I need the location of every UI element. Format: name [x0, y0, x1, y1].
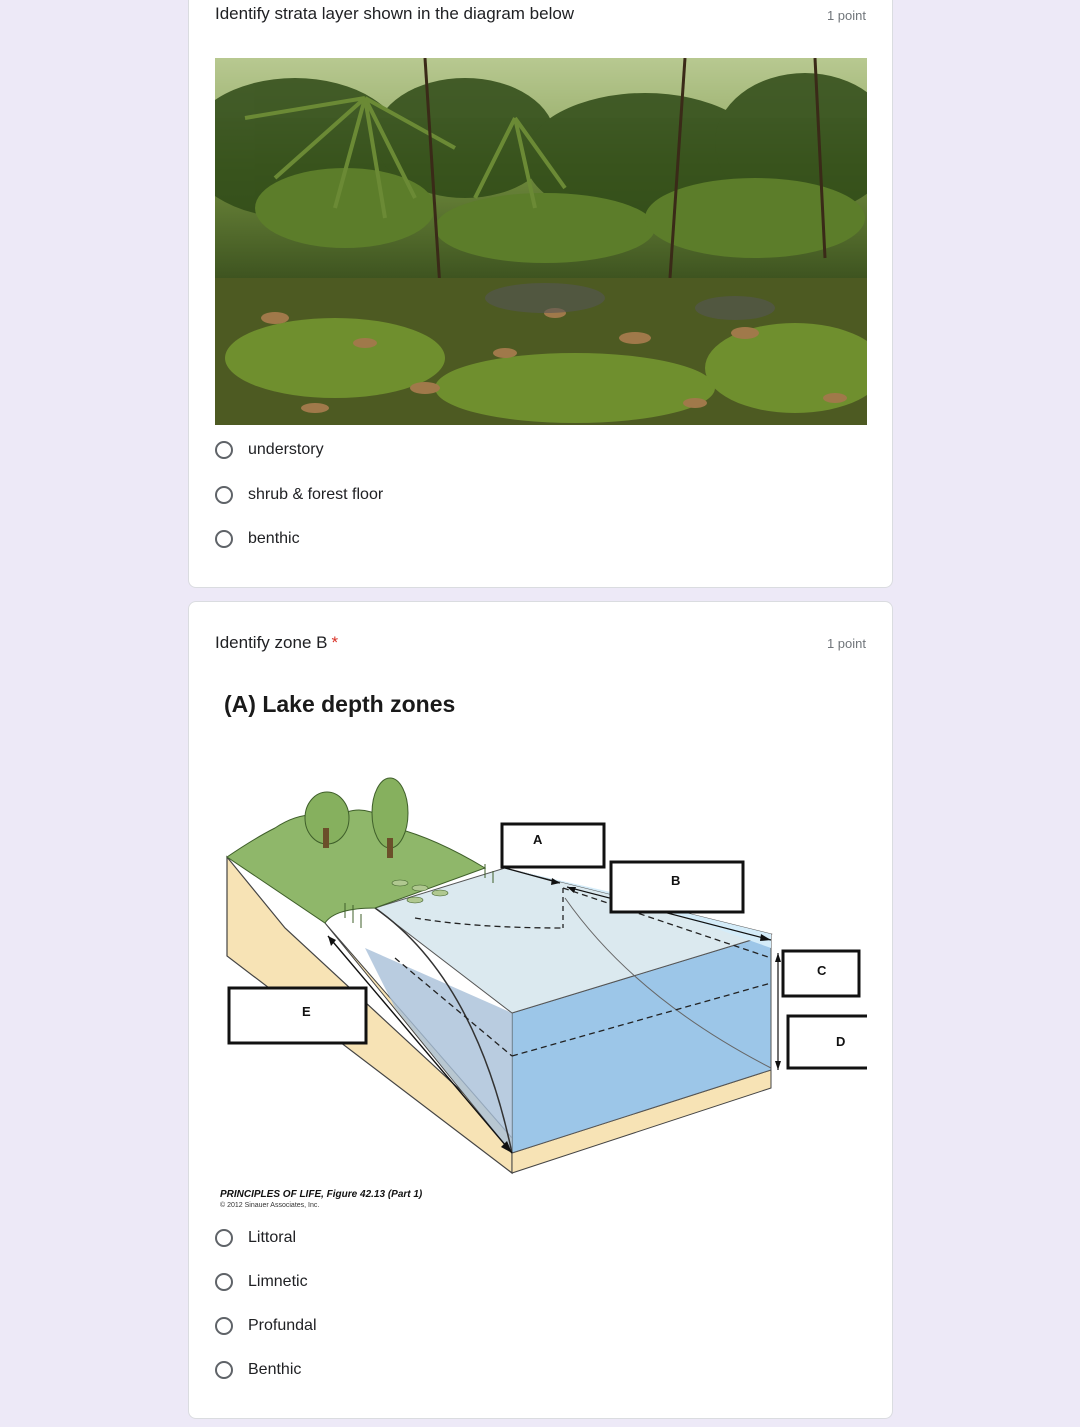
- radio-button[interactable]: [215, 530, 233, 548]
- question-title: Identify zone B *: [215, 633, 338, 653]
- figure-credit: PRINCIPLES OF LIFE, Figure 42.13 (Part 1…: [220, 1189, 423, 1200]
- option-label: Littoral: [248, 1229, 297, 1246]
- option-label: Profundal: [248, 1317, 317, 1334]
- option-benthic-zone[interactable]: Benthic: [215, 1357, 301, 1383]
- diagram-title: (A) Lake depth zones: [224, 691, 455, 717]
- label-c: C: [817, 963, 827, 978]
- question-points: 1 point: [826, 636, 866, 651]
- radio-button[interactable]: [215, 1317, 233, 1335]
- option-shrub-forest-floor[interactable]: shrub & forest floor: [215, 482, 383, 508]
- label-b: B: [671, 873, 680, 888]
- option-label: shrub & forest floor: [248, 486, 384, 503]
- question-title-text: Identify zone B: [215, 633, 328, 652]
- option-label: understory: [248, 441, 324, 458]
- label-a: A: [533, 832, 543, 847]
- question-card-strata: Identify strata layer shown in the diagr…: [188, 0, 893, 588]
- label-box-a: [500, 822, 606, 869]
- label-box-d: [786, 1014, 867, 1070]
- option-label: Benthic: [248, 1361, 302, 1378]
- question-title: Identify strata layer shown in the diagr…: [215, 4, 575, 23]
- label-e: E: [302, 1004, 311, 1019]
- radio-button[interactable]: [215, 441, 233, 459]
- label-box-e: [227, 986, 368, 1045]
- radio-button[interactable]: [215, 1361, 233, 1379]
- option-label: benthic: [248, 530, 300, 547]
- required-asterisk: *: [331, 633, 339, 652]
- lake-depth-zones-diagram: (A) Lake depth zones A B C D E PRINCIPLE…: [220, 691, 867, 1209]
- question-points: 1 point: [826, 8, 866, 23]
- option-label: Limnetic: [248, 1273, 308, 1290]
- label-d: D: [836, 1034, 845, 1049]
- option-understory[interactable]: understory: [215, 437, 324, 463]
- option-littoral[interactable]: Littoral: [215, 1225, 296, 1251]
- option-limnetic[interactable]: Limnetic: [215, 1269, 308, 1295]
- option-benthic[interactable]: benthic: [215, 526, 300, 552]
- rainforest-photo: [215, 58, 867, 425]
- option-profundal[interactable]: Profundal: [215, 1313, 317, 1339]
- radio-button[interactable]: [215, 486, 233, 504]
- radio-button[interactable]: [215, 1229, 233, 1247]
- radio-button[interactable]: [215, 1273, 233, 1291]
- figure-copyright: © 2012 Sinauer Associates, Inc.: [220, 1201, 319, 1209]
- question-card-lake-zones: Identify zone B * 1 point (A) Lake depth …: [188, 601, 893, 1419]
